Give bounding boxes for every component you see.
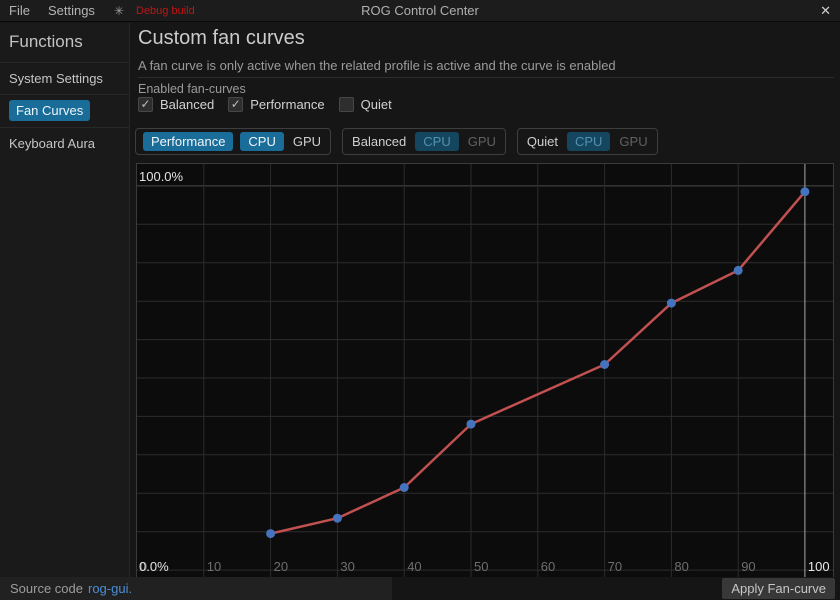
checkbox-balanced-box[interactable]: ✓ (138, 97, 153, 112)
checkbox-balanced-label: Balanced (160, 97, 214, 112)
checkbox-performance-box[interactable]: ✓ (228, 97, 243, 112)
x-tick-label: 40 (407, 559, 421, 574)
tab-performance-cpu[interactable]: CPU (240, 132, 283, 151)
close-icon[interactable]: ✕ (820, 0, 831, 22)
x-tick-label: 60 (541, 559, 555, 574)
footer: Source code rog-gui. Apply Fan-curve (0, 577, 840, 600)
fan-curve-chart[interactable]: 0102030405060708090100100.0%0.0% (136, 163, 834, 578)
tab-quiet-gpu[interactable]: GPU (617, 134, 649, 149)
profile-tab-row: Performance CPU GPU Balanced CPU GPU Qui… (135, 128, 658, 155)
tab-group-balanced: Balanced CPU GPU (342, 128, 506, 155)
menu-file[interactable]: File (0, 3, 39, 18)
tab-balanced-gpu[interactable]: GPU (466, 134, 498, 149)
sidebar-item-system-settings[interactable]: System Settings (0, 62, 129, 94)
checkbox-performance-label: Performance (250, 97, 324, 112)
tab-performance-gpu[interactable]: GPU (291, 134, 323, 149)
page-title: Custom fan curves (138, 27, 305, 50)
tab-balanced[interactable]: Balanced (350, 134, 408, 149)
y-axis-bottom-label: 0.0% (139, 559, 169, 574)
sidebar-header: Functions (0, 23, 129, 62)
curve-point[interactable] (667, 299, 676, 308)
checkbox-quiet-box[interactable] (339, 97, 354, 112)
x-tick-label: 30 (340, 559, 354, 574)
debug-build-label: Debug build (136, 5, 195, 17)
tab-quiet-cpu[interactable]: CPU (567, 132, 610, 151)
tab-quiet[interactable]: Quiet (525, 134, 560, 149)
x-tick-label: 10 (207, 559, 221, 574)
sun-icon: ✳ (114, 4, 124, 18)
titlebar: File Settings ✳ Debug build ROG Control … (0, 0, 840, 22)
footer-source: Source code rog-gui. (0, 577, 392, 600)
curve-point[interactable] (333, 514, 342, 523)
source-code-link[interactable]: rog-gui. (88, 581, 132, 596)
curve-point[interactable] (600, 360, 609, 369)
window-title: ROG Control Center (0, 3, 840, 18)
enabled-fan-curves-label: Enabled fan-curves (138, 82, 246, 96)
checkbox-performance[interactable]: ✓ Performance (228, 97, 324, 112)
x-tick-label: 90 (741, 559, 755, 574)
menu-settings[interactable]: Settings (39, 3, 104, 18)
enabled-checkbox-row: ✓ Balanced ✓ Performance Quiet (138, 97, 392, 112)
sidebar-item-fan-curves-label: Fan Curves (9, 100, 90, 121)
sidebar-item-keyboard-aura[interactable]: Keyboard Aura (0, 127, 129, 159)
sidebar: Functions System Settings Fan Curves Key… (0, 23, 130, 577)
tab-balanced-cpu[interactable]: CPU (415, 132, 458, 151)
x-tick-label: 100 (808, 559, 830, 574)
x-tick-label: 80 (674, 559, 688, 574)
curve-point[interactable] (800, 187, 809, 196)
divider (138, 77, 834, 78)
checkbox-quiet[interactable]: Quiet (339, 97, 392, 112)
y-axis-top-label: 100.0% (139, 169, 184, 184)
x-tick-label: 20 (274, 559, 288, 574)
tab-performance[interactable]: Performance (143, 132, 233, 151)
sidebar-item-fan-curves[interactable]: Fan Curves (0, 94, 129, 127)
curve-point[interactable] (266, 529, 275, 538)
x-tick-label: 50 (474, 559, 488, 574)
curve-point[interactable] (400, 483, 409, 492)
tab-group-quiet: Quiet CPU GPU (517, 128, 658, 155)
fan-curve-chart-svg[interactable]: 0102030405060708090100100.0%0.0% (137, 164, 833, 577)
source-code-label: Source code (10, 581, 83, 596)
curve-point[interactable] (734, 266, 743, 275)
checkbox-quiet-label: Quiet (361, 97, 392, 112)
curve-point[interactable] (467, 420, 476, 429)
tab-group-performance: Performance CPU GPU (135, 128, 331, 155)
apply-fan-curve-button[interactable]: Apply Fan-curve (722, 578, 835, 599)
page-subtitle: A fan curve is only active when the rela… (138, 58, 616, 73)
checkbox-balanced[interactable]: ✓ Balanced (138, 97, 214, 112)
x-tick-label: 70 (608, 559, 622, 574)
